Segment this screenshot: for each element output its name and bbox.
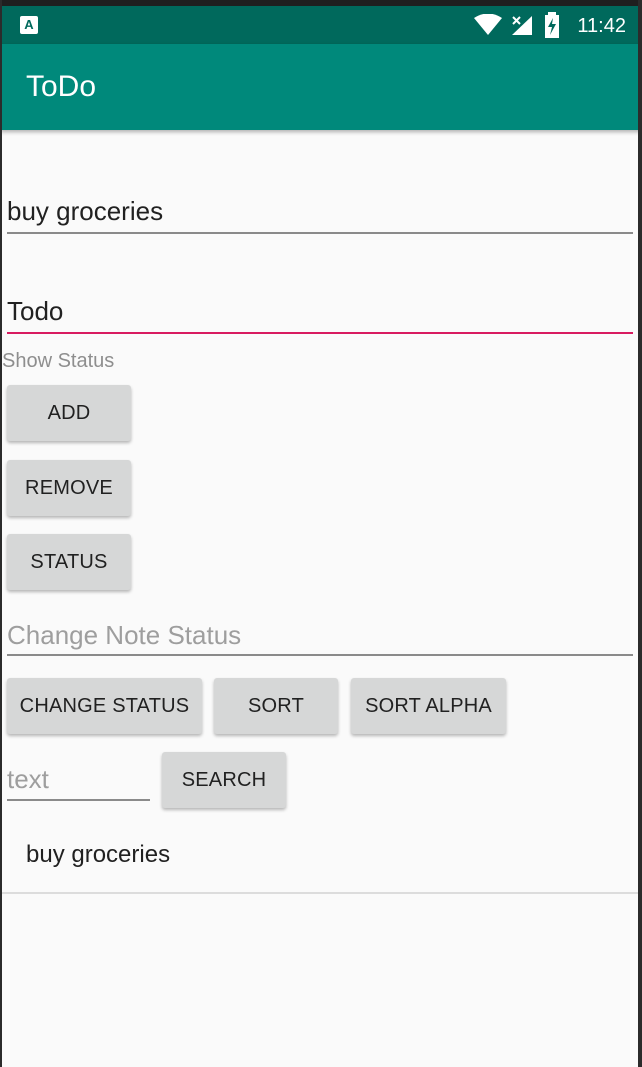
clock: 11:42 bbox=[577, 15, 626, 37]
list-divider bbox=[0, 892, 642, 894]
search-button[interactable]: SEARCH bbox=[162, 752, 286, 808]
note-text-value: buy groceries bbox=[7, 196, 164, 226]
sort-alpha-button[interactable]: SORT ALPHA bbox=[351, 678, 506, 734]
todo-field-value: Todo bbox=[7, 296, 64, 326]
change-status-button[interactable]: CHANGE STATUS bbox=[7, 678, 202, 734]
wifi-icon bbox=[474, 14, 502, 35]
status-bar: A 11:42 bbox=[0, 6, 642, 44]
signal-icon bbox=[512, 16, 532, 35]
app-title: ToDo bbox=[26, 70, 97, 103]
notification-badge-icon: A bbox=[20, 16, 38, 34]
note-text-field[interactable]: buy groceries bbox=[7, 186, 633, 234]
list-item[interactable]: buy groceries bbox=[26, 841, 170, 869]
remove-button[interactable]: REMOVE bbox=[7, 460, 131, 516]
change-note-status-field[interactable]: Change Note Status bbox=[7, 608, 633, 656]
search-placeholder: text bbox=[7, 764, 49, 794]
todo-field[interactable]: Todo bbox=[7, 286, 633, 334]
show-status-label: Show Status bbox=[2, 350, 115, 372]
window-right-border bbox=[638, 0, 642, 1067]
status-button[interactable]: STATUS bbox=[7, 534, 131, 590]
app-bar: ToDo bbox=[0, 44, 642, 130]
window-left-border bbox=[0, 0, 2, 1067]
sort-button[interactable]: SORT bbox=[214, 678, 338, 734]
add-button[interactable]: ADD bbox=[7, 385, 131, 441]
battery-charging-icon bbox=[545, 12, 559, 38]
change-note-status-placeholder: Change Note Status bbox=[7, 620, 242, 650]
search-input[interactable]: text bbox=[7, 754, 150, 801]
